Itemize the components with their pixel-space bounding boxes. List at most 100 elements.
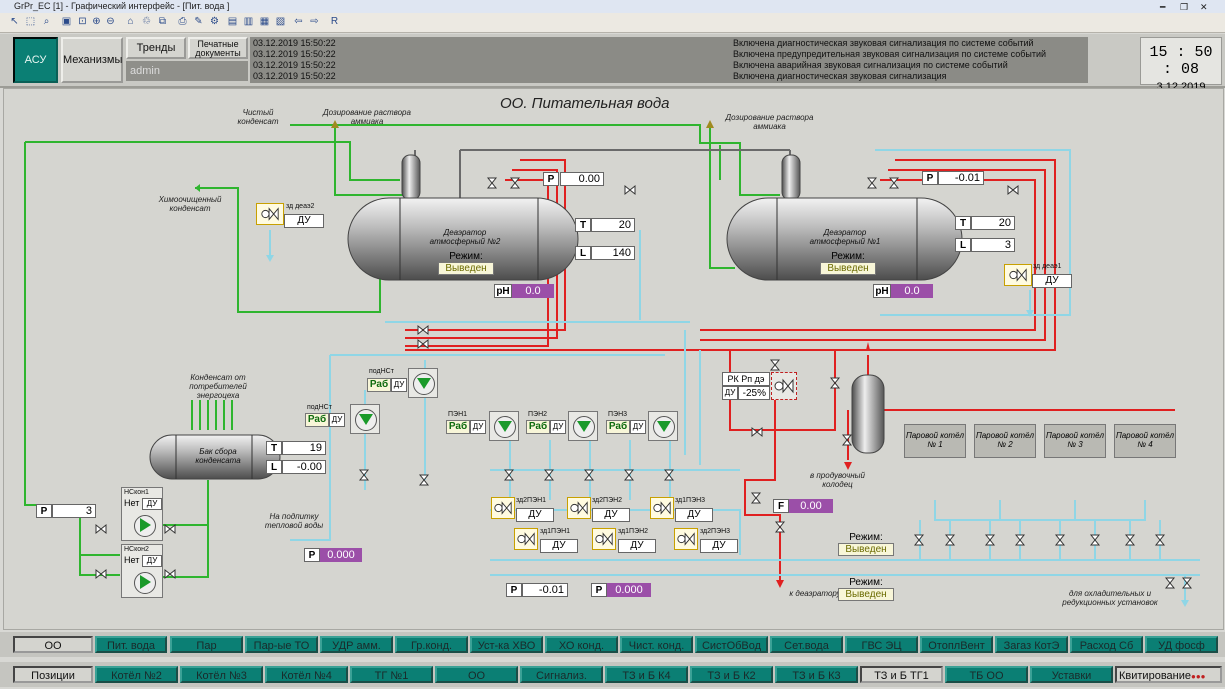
deaerator1-valve-icon[interactable] (1004, 264, 1032, 286)
mode-value: Выведен (838, 543, 894, 556)
valve-icon[interactable] (514, 528, 538, 550)
tab-udr-amm[interactable]: УДР амм. (320, 636, 393, 653)
heat-pump-b-du[interactable]: ДУ (329, 413, 345, 427)
tab-tzb-k2[interactable]: ТЗ и Б К2 (690, 666, 773, 683)
feed-pump-1-du[interactable]: ДУ (470, 420, 486, 434)
tab-setpoints[interactable]: Уставки (1030, 666, 1113, 683)
deaerator2-temperature: 20 (591, 218, 635, 232)
tank-name: Бак сбора конденсата (195, 447, 241, 465)
tab-tzb-k4[interactable]: ТЗ и Б К4 (605, 666, 688, 683)
tab-sist-ob-vod[interactable]: СистОбВод (695, 636, 768, 653)
heat-p-letter: P (304, 548, 320, 562)
label-chem-condensate: Химоочищенный конденсат (158, 195, 222, 213)
feed-pump-3-du[interactable]: ДУ (630, 420, 646, 434)
tab-clean-cond[interactable]: Чист. конд. (620, 636, 693, 653)
mid-p2-letter: P (591, 583, 607, 597)
tab-tg1[interactable]: ТГ №1 (350, 666, 433, 683)
heat-pump-b-icon[interactable] (350, 404, 380, 434)
tab-gr-cond[interactable]: Гр.конд. (395, 636, 468, 653)
mid-pressure-2: 0.000 (607, 583, 651, 597)
tank-l-letter: L (266, 460, 282, 474)
tab-tzb-k3[interactable]: ТЗ и Б К3 (775, 666, 858, 683)
label-clean-condensate: Чистый конденсат (237, 108, 279, 126)
valve-du[interactable]: ДУ (618, 539, 656, 553)
mode-block-1: Режим: Выведен (838, 532, 894, 556)
deaerator1-ph-letter: pH (873, 284, 891, 298)
rk-name: РК Рп дэ (722, 372, 770, 386)
tab-gvs-ec[interactable]: ГВС ЭЦ (845, 636, 918, 653)
tab-boiler-2[interactable]: Котёл №2 (95, 666, 178, 683)
boiler-3[interactable]: Паровой котёл № 3 (1044, 424, 1106, 458)
mode-label: Режим: (849, 532, 883, 543)
label-to-deaerator: к деаэратору (789, 589, 841, 598)
valve-du[interactable]: ДУ (700, 539, 738, 553)
deaerator2-valve-du[interactable]: ДУ (284, 214, 324, 228)
tab-ho-cond[interactable]: ХО конд. (545, 636, 618, 653)
deaerator1-valve-du[interactable]: ДУ (1032, 274, 1072, 288)
tab-steam-to[interactable]: Пар-ые ТО (245, 636, 318, 653)
acknowledge-button[interactable]: Квитирование●●● (1115, 666, 1222, 683)
valve-icon[interactable] (592, 528, 616, 550)
tab-tb-oo[interactable]: ТБ ОО (945, 666, 1028, 683)
deaerator2-valve-icon[interactable] (256, 203, 284, 225)
rk-valve-icon[interactable] (771, 372, 797, 400)
feed-pump-2-du[interactable]: ДУ (550, 420, 566, 434)
condensate-pump-1[interactable]: НСкон1 Нет ДУ (121, 487, 163, 541)
deaerator1-column (781, 154, 801, 201)
label-ammonia-dosing-1: Дозирование раствора аммиака (725, 113, 814, 131)
pump-du[interactable]: ДУ (142, 555, 162, 567)
tab-oo[interactable]: ОО (13, 636, 93, 653)
mid-pressure-1: -0.01 (522, 583, 568, 597)
deaerator1-valve-tag: зд деаэ1 (1033, 263, 1062, 270)
screen-tabs-row-2: Позиции Котёл №2 Котёл №3 Котёл №4 ТГ №1… (0, 662, 1225, 687)
valve-icon[interactable] (650, 497, 674, 519)
tab-heat-vent[interactable]: ОтоплВент (920, 636, 993, 653)
tab-positions[interactable]: Позиции (13, 666, 93, 683)
heat-pump-a-du[interactable]: ДУ (391, 378, 407, 392)
label-purge-well: в продувочный колодец (810, 471, 865, 489)
heat-pressure: 0.000 (320, 548, 362, 562)
heat-pump-a-icon[interactable] (408, 368, 438, 398)
condensate-inlet-arrows (191, 400, 233, 430)
feed-pump-1-icon[interactable] (489, 411, 519, 441)
screen-tabs-row-1: ОО Пит. вода Пар Пар-ые ТО УДР амм. Гр.к… (0, 632, 1225, 657)
deaerator2-ph-letter: pH (494, 284, 512, 298)
tab-feed-water[interactable]: Пит. вода (95, 636, 167, 653)
tab-net-water[interactable]: Сет.вода (770, 636, 843, 653)
boiler-4[interactable]: Паровой котёл № 4 (1114, 424, 1176, 458)
flow-letter: F (773, 499, 789, 513)
feed-pump-1-name: ПЭН1 (448, 411, 468, 418)
tab-oo-2[interactable]: ОО (435, 666, 518, 683)
tab-boiler-4[interactable]: Котёл №4 (265, 666, 348, 683)
valve-icon[interactable] (567, 497, 591, 519)
tab-signaling[interactable]: Сигнализ. (520, 666, 603, 683)
deaerator2-t-letter: T (575, 218, 591, 232)
valve-icon[interactable] (491, 497, 515, 519)
tab-flow-sb[interactable]: Расход Сб (1070, 636, 1143, 653)
tab-tzb-tg1[interactable]: ТЗ и Б ТГ1 (860, 666, 943, 683)
deaerator2-l-letter: L (575, 246, 591, 260)
valve-du[interactable]: ДУ (516, 508, 554, 522)
valve-du[interactable]: ДУ (675, 508, 713, 522)
tab-ud-phos[interactable]: УД фосф (1145, 636, 1218, 653)
pump-du[interactable]: ДУ (142, 498, 162, 510)
heat-pump-a-name: подНСт (369, 368, 394, 375)
feed-pump-2-icon[interactable] (568, 411, 598, 441)
valve-du[interactable]: ДУ (592, 508, 630, 522)
boiler-1[interactable]: Паровой котёл № 1 (904, 424, 966, 458)
tab-steam[interactable]: Пар (170, 636, 243, 653)
tank-level: -0.00 (282, 460, 326, 474)
feed-pump-3-icon[interactable] (648, 411, 678, 441)
feed-pump-3-state: Раб (606, 420, 630, 434)
valve-icon[interactable] (674, 528, 698, 550)
deaerator1-t-letter: T (955, 216, 971, 230)
condensate-pump-2[interactable]: НСкон2 Нет ДУ (121, 544, 163, 598)
pump-state: Нет (124, 555, 140, 565)
rk-du[interactable]: ДУ (722, 386, 738, 400)
mid-p1-letter: P (506, 583, 522, 597)
tab-boiler-3[interactable]: Котёл №3 (180, 666, 263, 683)
boiler-2[interactable]: Паровой котёл № 2 (974, 424, 1036, 458)
tab-gas-kot[interactable]: Загаз КотЭ (995, 636, 1068, 653)
valve-du[interactable]: ДУ (540, 539, 578, 553)
tab-hvo[interactable]: Уст-ка ХВО (470, 636, 543, 653)
